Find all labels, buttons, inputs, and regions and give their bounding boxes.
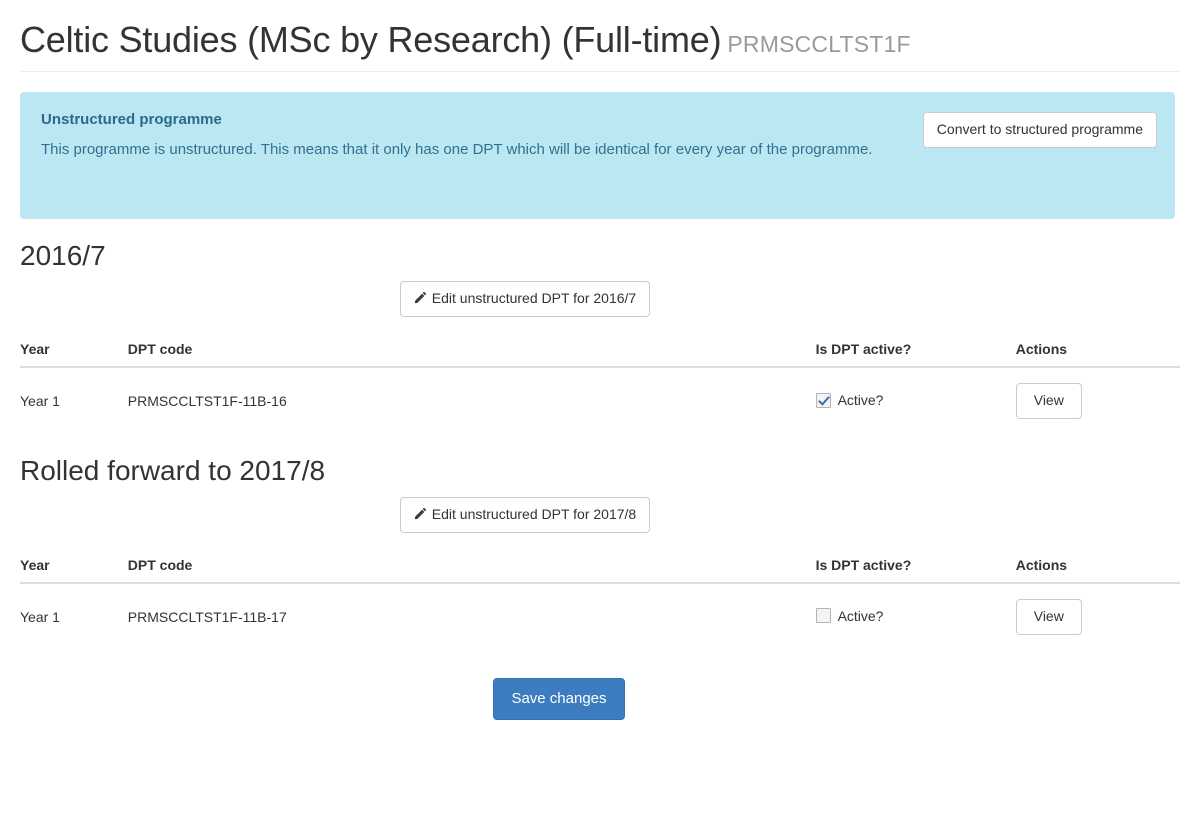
- unstructured-programme-alert: Unstructured programme This programme is…: [20, 92, 1175, 219]
- table-header-row: Year DPT code Is DPT active? Actions: [20, 333, 1180, 367]
- alert-text: This programme is unstructured. This mea…: [41, 138, 881, 161]
- table-row: Year 1 PRMSCCLTST1F-11B-16 Active? View: [20, 367, 1180, 434]
- active-checkbox[interactable]: [816, 608, 831, 623]
- column-header-actions: Actions: [1016, 333, 1180, 367]
- column-header-year: Year: [20, 333, 128, 367]
- section-heading-2017-8: Rolled forward to 2017/8: [20, 456, 1180, 487]
- cell-actions: View: [1016, 367, 1180, 434]
- column-header-is-dpt-active: Is DPT active?: [816, 333, 1016, 367]
- edit-unstructured-dpt-2017-8-label: Edit unstructured DPT for 2017/8: [432, 506, 636, 522]
- dpt-table-2016-7: Year DPT code Is DPT active? Actions Yea…: [20, 333, 1180, 434]
- dpt-table-head-2016-7: Year DPT code Is DPT active? Actions: [20, 333, 1180, 367]
- column-header-actions: Actions: [1016, 549, 1180, 583]
- dpt-table-head-2017-8: Year DPT code Is DPT active? Actions: [20, 549, 1180, 583]
- page-container: Celtic Studies (MSc by Research) (Full-t…: [20, 0, 1180, 720]
- edit-unstructured-dpt-2016-7-button[interactable]: Edit unstructured DPT for 2016/7: [400, 281, 650, 317]
- dpt-table-body-2016-7: Year 1 PRMSCCLTST1F-11B-16 Active? View: [20, 367, 1180, 434]
- save-changes-row: Save changes: [20, 678, 1180, 719]
- page-title-text: Celtic Studies (MSc by Research) (Full-t…: [20, 19, 721, 60]
- view-dpt-2016-7-button[interactable]: View: [1016, 383, 1082, 419]
- save-changes-button[interactable]: Save changes: [493, 678, 624, 719]
- cell-is-active: Active?: [816, 583, 1016, 650]
- edit-unstructured-dpt-2017-8-button[interactable]: Edit unstructured DPT for 2017/8: [400, 497, 650, 533]
- edit-unstructured-dpt-2016-7-label: Edit unstructured DPT for 2016/7: [432, 290, 636, 306]
- table-row: Year 1 PRMSCCLTST1F-11B-17 Active? View: [20, 583, 1180, 650]
- dpt-table-body-2017-8: Year 1 PRMSCCLTST1F-11B-17 Active? View: [20, 583, 1180, 650]
- active-checkbox[interactable]: [816, 393, 831, 408]
- active-checkbox-label: Active?: [838, 608, 884, 624]
- alert-action-container: Convert to structured programme: [923, 112, 1157, 148]
- section-heading-2016-7: 2016/7: [20, 241, 1180, 272]
- table-header-row: Year DPT code Is DPT active? Actions: [20, 549, 1180, 583]
- active-checkbox-label: Active?: [838, 392, 884, 408]
- pencil-icon: [414, 507, 427, 520]
- column-header-dpt-code: DPT code: [128, 549, 816, 583]
- cell-year: Year 1: [20, 583, 128, 650]
- page-header: Celtic Studies (MSc by Research) (Full-t…: [20, 0, 1180, 72]
- active-checkbox-group-2017-8[interactable]: Active?: [816, 608, 884, 624]
- column-header-year: Year: [20, 549, 128, 583]
- programme-code: PRMSCCLTST1F: [727, 31, 910, 57]
- view-dpt-2017-8-button[interactable]: View: [1016, 599, 1082, 635]
- column-header-dpt-code: DPT code: [128, 333, 816, 367]
- cell-year: Year 1: [20, 367, 128, 434]
- pencil-icon: [414, 291, 427, 304]
- edit-dpt-row-2017-8: Edit unstructured DPT for 2017/8: [20, 497, 1180, 533]
- dpt-table-2017-8: Year DPT code Is DPT active? Actions Yea…: [20, 549, 1180, 650]
- cell-dpt-code: PRMSCCLTST1F-11B-16: [128, 367, 816, 434]
- edit-dpt-row-2016-7: Edit unstructured DPT for 2016/7: [20, 281, 1180, 317]
- cell-is-active: Active?: [816, 367, 1016, 434]
- column-header-is-dpt-active: Is DPT active?: [816, 549, 1016, 583]
- active-checkbox-group-2016-7[interactable]: Active?: [816, 392, 884, 408]
- cell-actions: View: [1016, 583, 1180, 650]
- cell-dpt-code: PRMSCCLTST1F-11B-17: [128, 583, 816, 650]
- page-title: Celtic Studies (MSc by Research) (Full-t…: [20, 20, 1180, 60]
- convert-to-structured-programme-button[interactable]: Convert to structured programme: [923, 112, 1157, 148]
